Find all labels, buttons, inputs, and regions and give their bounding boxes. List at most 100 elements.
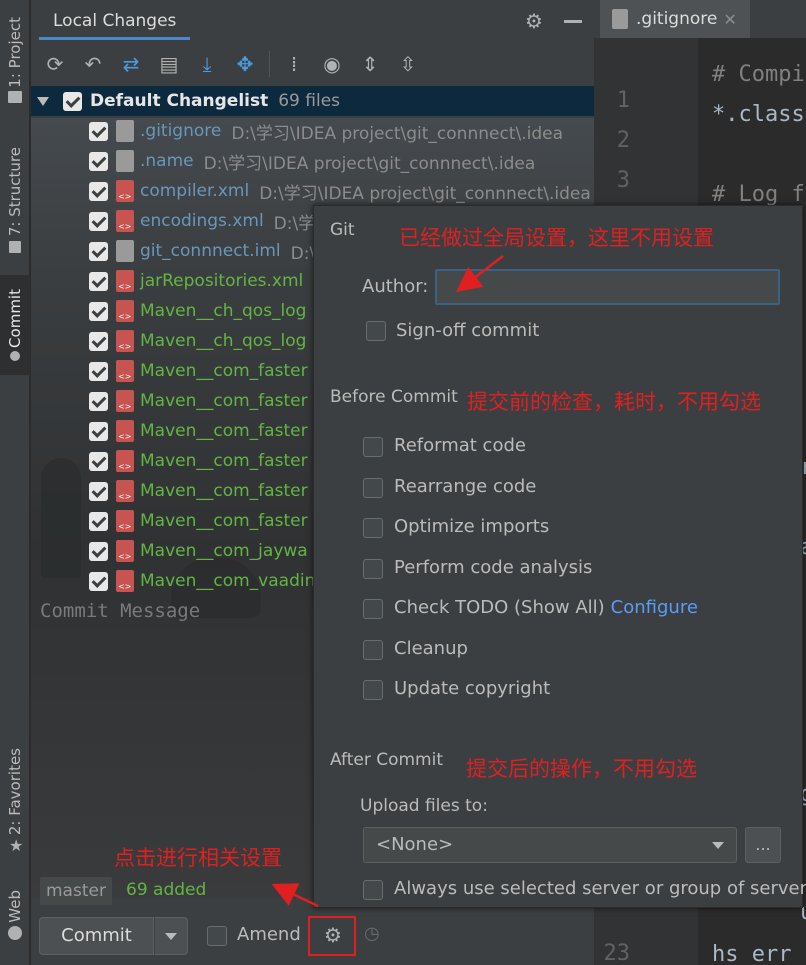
amend-checkbox[interactable] [207, 926, 227, 946]
before-option-label: Check TODO (Show All) Configure [394, 597, 698, 618]
before-option-text: Optimize imports [394, 516, 550, 537]
rollback-icon[interactable]: ↶ [79, 50, 107, 78]
tab-commit-label: Commit [6, 288, 24, 348]
minimize-icon[interactable] [564, 20, 582, 23]
file-name: encodings.xml [140, 211, 264, 231]
file-path: D:\学习\IDEA project\git_connnect\.idea [203, 153, 536, 174]
file-name: Maven__com_faster [140, 421, 308, 441]
before-option-text: Check TODO (Show All) [394, 597, 605, 618]
browse-servers-button[interactable]: ... [745, 827, 781, 863]
file-row[interactable]: .name D:\学习\IDEA project\git_connnect\.id… [31, 146, 594, 176]
commit-button[interactable]: Commit [39, 917, 154, 955]
star-icon: ★ [9, 835, 24, 855]
refresh-icon[interactable]: ⟳ [41, 50, 69, 78]
file-icon [116, 360, 134, 382]
panel-header: Local Changes ⚙ [31, 0, 594, 44]
file-name: jarRepositories.xml [140, 271, 304, 291]
file-checkbox[interactable] [89, 301, 108, 321]
file-checkbox[interactable] [89, 421, 108, 441]
tab-favorites[interactable]: ★ 2: Favorites [0, 740, 30, 860]
shelve-icon[interactable]: ✥ [231, 50, 259, 78]
gitignore-file-icon [612, 9, 628, 29]
before-option-checkbox[interactable] [363, 437, 383, 457]
file-checkbox[interactable] [89, 331, 108, 351]
commit-message-input[interactable]: Commit Message [40, 600, 200, 622]
file-row[interactable]: .gitignore D:\学习\IDEA project\git_connnec… [31, 116, 594, 146]
file-name: Maven__com_jaywa [140, 541, 308, 561]
added-count: 69 added [126, 880, 207, 900]
before-option-checkbox[interactable] [363, 680, 383, 700]
diff-icon[interactable]: ⇄ [117, 50, 145, 78]
file-checkbox[interactable] [89, 571, 108, 591]
file-checkbox[interactable] [89, 241, 108, 261]
eye-icon[interactable]: ◉ [318, 50, 346, 78]
amend-label: Amend [237, 924, 301, 945]
collapse-all-icon[interactable]: ⇳ [394, 50, 422, 78]
author-field[interactable] [435, 269, 780, 305]
changelist-icon[interactable]: ▤ [155, 50, 183, 78]
code-line: # Log f [712, 182, 805, 207]
branch-badge[interactable]: master [40, 877, 112, 905]
file-checkbox[interactable] [89, 361, 108, 381]
file-name: Maven__com_faster [140, 481, 308, 501]
before-option-text: Reformat code [394, 435, 526, 456]
before-option-checkbox[interactable] [363, 518, 383, 538]
signoff-checkbox[interactable] [366, 321, 386, 341]
tab-web-label: Web [6, 889, 24, 923]
configure-link[interactable]: Configure [611, 597, 698, 618]
editor-tab-gitignore[interactable]: .gitignore ✕ [600, 0, 750, 38]
file-checkbox[interactable] [89, 121, 108, 141]
file-checkbox[interactable] [89, 451, 108, 471]
file-path: D:\学 [273, 213, 316, 234]
file-checkbox[interactable] [89, 271, 108, 291]
file-checkbox[interactable] [89, 511, 108, 531]
code-line: # Compi [712, 62, 805, 87]
expand-all-icon[interactable]: ⇕ [356, 50, 384, 78]
always-use-label: Always use selected server or group of s… [394, 878, 806, 899]
file-checkbox[interactable] [89, 211, 108, 231]
group-by-icon[interactable]: ⁞ [280, 50, 308, 78]
file-checkbox[interactable] [89, 181, 108, 201]
tab-commit[interactable]: Commit [0, 275, 30, 375]
annotation-click-settings: 点击进行相关设置 [114, 846, 282, 870]
file-icon [116, 120, 134, 142]
editor-tab-bar: .gitignore ✕ [594, 0, 806, 38]
before-commit-section-title: Before Commit [330, 387, 458, 407]
commit-dropdown-button[interactable] [154, 917, 188, 955]
upload-server-select[interactable]: <None> [363, 827, 737, 863]
before-option-checkbox[interactable] [363, 639, 383, 660]
tab-local-changes[interactable]: Local Changes [39, 0, 191, 40]
tab-web[interactable]: Web [0, 880, 30, 950]
file-name: compiler.xml [140, 181, 250, 201]
file-checkbox[interactable] [89, 481, 108, 501]
close-icon[interactable]: ✕ [723, 10, 736, 29]
annotation-before-commit: 提交前的检查，耗时，不用勾选 [467, 390, 761, 414]
expand-arrow-icon[interactable] [37, 96, 49, 106]
file-checkbox[interactable] [89, 541, 108, 561]
changelist-checkbox[interactable] [63, 91, 82, 111]
before-option-checkbox[interactable] [363, 558, 383, 579]
file-row[interactable]: compiler.xml D:\学习\IDEA project\git_connn… [31, 176, 594, 206]
tab-structure-label: 7: Structure [6, 147, 24, 237]
commit-icon [10, 351, 20, 362]
file-path: D:\学习\IDEA project\git_connnect\.idea [259, 183, 591, 204]
git-section-title: Git [330, 220, 355, 240]
always-use-checkbox[interactable] [363, 880, 383, 900]
author-label: Author: [362, 276, 429, 297]
file-icon [116, 330, 134, 352]
file-checkbox[interactable] [89, 151, 108, 171]
line-number: 3 [616, 168, 630, 193]
history-icon[interactable]: ◷ [364, 924, 384, 944]
file-icon [116, 240, 134, 262]
tab-structure[interactable]: 7: Structure [0, 140, 30, 260]
gear-icon[interactable]: ⚙ [525, 11, 545, 31]
tab-project[interactable]: 1: Project [0, 6, 30, 114]
before-option-checkbox[interactable] [363, 599, 383, 619]
file-checkbox[interactable] [89, 391, 108, 411]
before-option-checkbox[interactable] [363, 477, 383, 498]
update-icon[interactable]: ⤓ [193, 50, 221, 78]
commit-options-popup: Git Author: Sign-off commit Before Commi… [313, 205, 806, 908]
file-name: Maven__com_faster [140, 511, 308, 531]
file-name: Maven__ch_qos_log [140, 331, 307, 351]
changelist-row[interactable]: Default Changelist 69 files [31, 86, 594, 116]
